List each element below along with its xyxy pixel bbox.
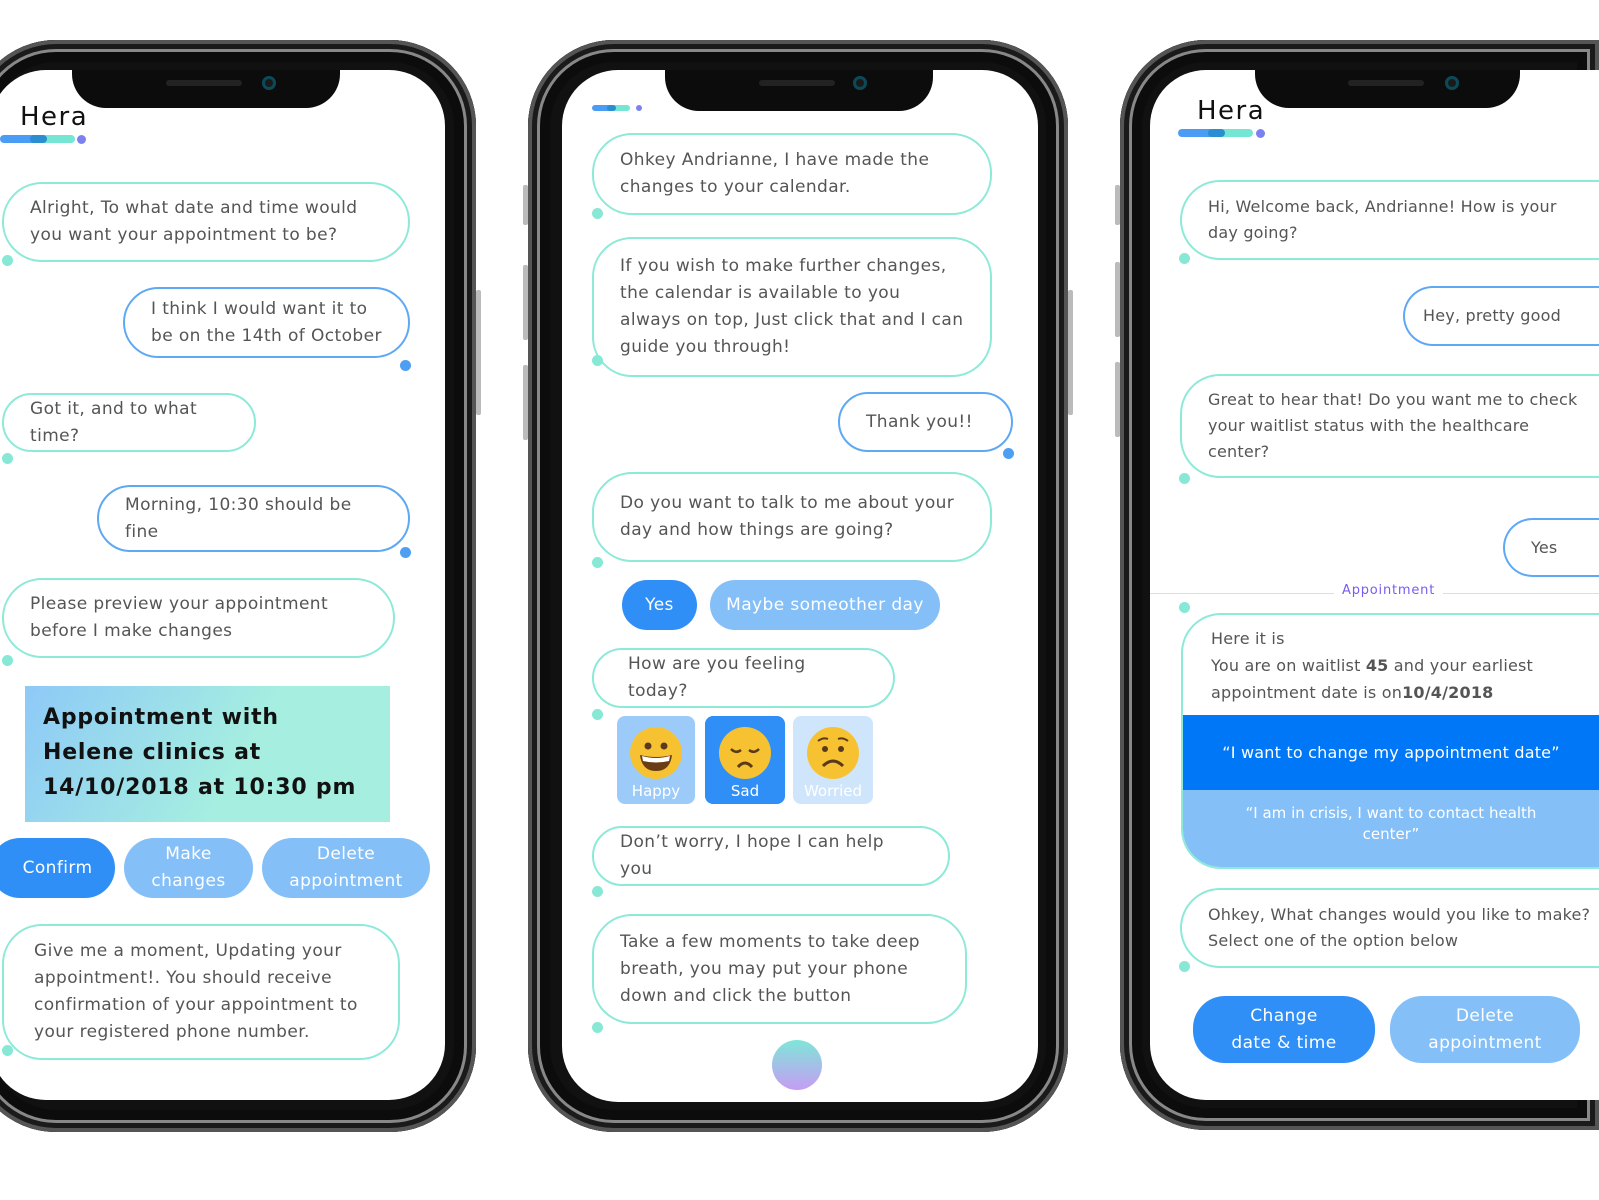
bot-message: Ohkey Andrianne, I have made the changes… — [592, 133, 992, 215]
bot-indicator — [592, 709, 603, 720]
bot-message: Do you want to talk to me about your day… — [592, 472, 992, 562]
phone-screen-3: Hera Hi, Welcome back, Andrianne! How is… — [1150, 70, 1599, 1100]
user-indicator — [400, 360, 411, 371]
phone-screen-2: Ohkey Andrianne, I have made the changes… — [562, 70, 1038, 1102]
bot-message: Great to hear that! Do you want me to ch… — [1180, 374, 1599, 478]
bot-indicator — [2, 655, 13, 666]
mood-worried[interactable]: Worried — [793, 716, 873, 804]
user-indicator — [1003, 448, 1014, 459]
divider-label: Appointment — [1334, 583, 1444, 598]
mood-sad[interactable]: Sad — [705, 716, 785, 804]
bot-message: Please preview your appointment before I… — [2, 578, 395, 658]
bot-indicator — [2, 1045, 13, 1056]
phone-screen-1: Hera Alright, To what date and time woul… — [0, 70, 445, 1100]
make-changes-button[interactable]: Make changes — [124, 838, 253, 898]
phone-notch — [72, 70, 340, 108]
card-body: You are on waitlist 45 and your earliest… — [1211, 656, 1534, 702]
side-button — [1115, 185, 1120, 225]
bot-indicator — [1179, 473, 1190, 484]
bot-indicator — [1179, 602, 1190, 613]
user-indicator — [400, 547, 411, 558]
waitlist-text: Here it is You are on waitlist 45 and yo… — [1183, 615, 1599, 715]
delete-appointment-button[interactable]: Delete appointment — [262, 838, 430, 898]
bot-indicator — [592, 1022, 603, 1033]
bot-indicator — [592, 355, 603, 366]
logo-bar — [592, 105, 630, 111]
mood-label: Worried — [803, 782, 863, 800]
logo-dot — [77, 135, 86, 144]
earliest-date: 10/4/2018 — [1402, 683, 1494, 702]
side-button — [523, 185, 528, 225]
bot-indicator — [592, 557, 603, 568]
bot-indicator — [592, 886, 603, 897]
user-message: I think I would want it to be on the 14t… — [123, 287, 410, 358]
side-button — [1115, 362, 1120, 437]
bot-message: Give me a moment, Updating your appointm… — [2, 924, 400, 1060]
user-message: Morning, 10:30 should be fine — [97, 485, 410, 552]
logo-dot — [636, 105, 642, 111]
appointment-preview-card: Appointment with Helene clinics at 14/10… — [25, 686, 390, 822]
side-button — [1115, 262, 1120, 337]
bot-message: If you wish to make further changes, the… — [592, 237, 992, 377]
mood-happy[interactable]: Happy — [617, 716, 695, 804]
bot-indicator — [2, 453, 13, 464]
phone-notch — [665, 70, 933, 111]
bot-message: Take a few moments to take deep breath, … — [592, 914, 967, 1024]
waitlist-card: Here it is You are on waitlist 45 and yo… — [1181, 613, 1599, 869]
bot-indicator — [592, 208, 603, 219]
logo-bar — [1178, 129, 1253, 137]
side-button — [1068, 290, 1073, 415]
phone-notch — [1255, 70, 1520, 108]
bot-message: Hi, Welcome back, Andrianne! How is your… — [1180, 180, 1599, 260]
breathing-orb-button[interactable] — [772, 1040, 822, 1090]
side-button — [523, 365, 528, 440]
user-message: Yes — [1503, 518, 1599, 577]
app-title: Hera — [1197, 96, 1266, 126]
mood-label: Sad — [730, 782, 760, 800]
option-contact-health-center[interactable]: “I am in crisis, I want to contact healt… — [1183, 790, 1599, 867]
bot-indicator — [1179, 253, 1190, 264]
logo-dot — [1256, 129, 1265, 138]
worried-face-icon — [807, 727, 859, 779]
delete-appointment-button[interactable]: Delete appointment — [1390, 996, 1580, 1063]
bot-indicator — [2, 255, 13, 266]
grinning-face-icon — [630, 727, 682, 779]
mood-label: Happy — [631, 782, 681, 800]
app-title: Hera — [20, 102, 89, 132]
side-button — [523, 265, 528, 340]
change-date-time-button[interactable]: Change date & time — [1193, 996, 1375, 1063]
option-change-date[interactable]: “I want to change my appointment date” — [1183, 715, 1599, 790]
bot-message: How are you feeling today? — [592, 648, 895, 708]
user-message: Thank you!! — [838, 392, 1013, 452]
user-message: Hey, pretty good — [1403, 286, 1599, 346]
bot-message: Ohkey, What changes would you like to ma… — [1180, 888, 1599, 968]
bot-message: Alright, To what date and time would you… — [2, 182, 410, 262]
maybe-quick-reply[interactable]: Maybe someother day — [710, 580, 940, 630]
bot-message: Got it, and to what time? — [2, 393, 256, 452]
bot-message: Don’t worry, I hope I can help you — [592, 826, 950, 886]
card-heading: Here it is — [1211, 629, 1285, 648]
waitlist-number: 45 — [1365, 656, 1389, 675]
sad-face-icon — [719, 727, 771, 779]
yes-quick-reply[interactable]: Yes — [622, 580, 697, 630]
side-button — [476, 290, 481, 415]
bot-indicator — [1179, 961, 1190, 972]
logo-bar — [0, 135, 75, 143]
confirm-button[interactable]: Confirm — [0, 838, 115, 898]
